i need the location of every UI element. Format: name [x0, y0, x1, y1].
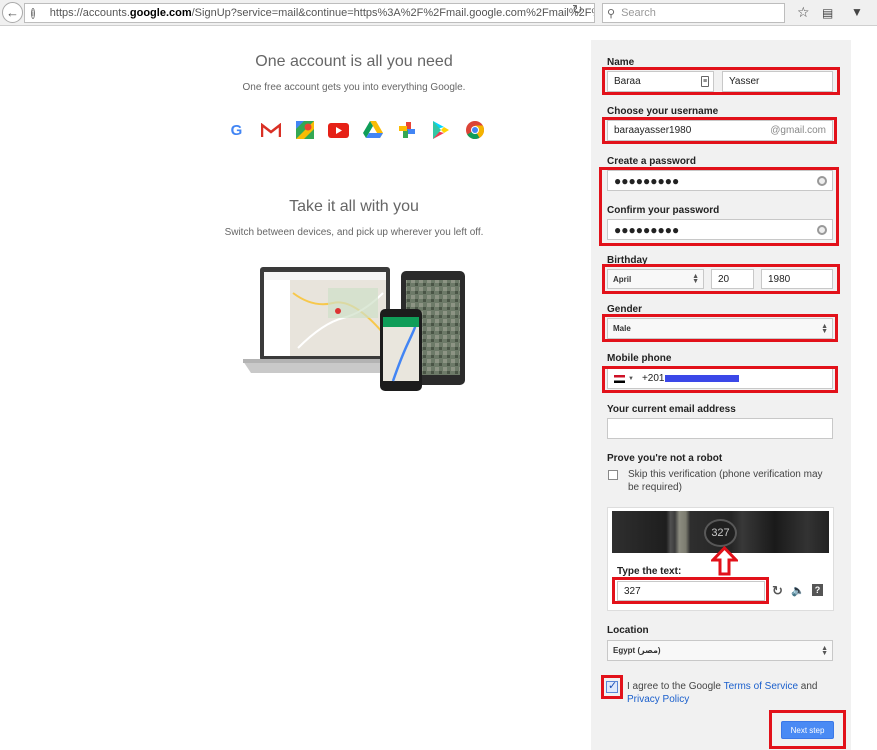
- agree-prefix: I agree to the Google: [627, 681, 724, 692]
- address-bar[interactable]: i https://accounts. google.com/SignUp?ser…: [24, 3, 595, 23]
- google-search-icon: G: [230, 121, 243, 139]
- url-prefix: https://accounts.: [49, 7, 130, 19]
- phone-highlight: [602, 366, 838, 393]
- promo-subtitle-1: One free account gets you into everythin…: [242, 82, 466, 93]
- browser-toolbar: ← i https://accounts. google.com/SignUp?s…: [0, 0, 877, 26]
- reading-list-icon[interactable]: ▤: [822, 6, 833, 20]
- maps-icon: [294, 121, 315, 139]
- gmail-icon: [260, 121, 281, 139]
- devices-illustration: [243, 267, 465, 391]
- drive-icon: [362, 121, 383, 139]
- captcha-highlight: [612, 577, 769, 604]
- agree-highlight: [601, 675, 623, 699]
- agree-and: and: [798, 681, 818, 692]
- search-input[interactable]: ⚲ Search: [602, 3, 785, 23]
- help-icon[interactable]: ?: [812, 584, 823, 596]
- robot-label: Prove you're not a robot: [607, 453, 723, 464]
- reload-icon[interactable]: ↻: [572, 2, 583, 18]
- promo-subtitle-2: Switch between devices, and pick up wher…: [224, 227, 484, 238]
- pocket-icon[interactable]: ▼: [851, 5, 863, 19]
- info-icon[interactable]: i: [31, 7, 35, 19]
- password-label: Create a password: [607, 156, 696, 167]
- refresh-captcha-icon[interactable]: ↻: [772, 583, 783, 599]
- search-icon: ⚲: [607, 7, 616, 20]
- skip-verification-text-line2: be required): [628, 482, 682, 493]
- play-store-icon: [430, 121, 451, 139]
- location-select[interactable]: Egypt (مصر) ▲ ▼: [607, 640, 833, 661]
- current-email-label: Your current email address: [607, 404, 736, 415]
- skip-verification-text-line1: Skip this verification (phone verificati…: [628, 469, 823, 480]
- url-host: google.com: [129, 7, 192, 19]
- captcha-number: 327: [704, 519, 737, 547]
- bookmark-star-icon[interactable]: ☆: [797, 4, 810, 21]
- password-highlight: [599, 167, 839, 246]
- terms-of-service-link[interactable]: Terms of Service: [724, 681, 798, 692]
- privacy-policy-link[interactable]: Privacy Policy: [627, 693, 689, 706]
- location-label: Location: [607, 625, 649, 636]
- back-icon[interactable]: ←: [2, 2, 23, 23]
- type-text-label: Type the text:: [617, 566, 682, 577]
- promo-title-2: Take it all with you: [289, 198, 419, 215]
- mobile-phone-label: Mobile phone: [607, 353, 672, 364]
- username-highlight: [602, 117, 837, 144]
- photos-icon: [396, 121, 417, 139]
- birthday-highlight: [602, 264, 840, 294]
- search-placeholder: Search: [621, 7, 656, 19]
- location-value: Egypt (مصر): [613, 646, 661, 655]
- skip-verification-checkbox[interactable]: [608, 470, 618, 480]
- name-highlight: [602, 67, 840, 95]
- username-label: Choose your username: [607, 106, 719, 117]
- chrome-icon: [464, 121, 485, 139]
- current-email-input[interactable]: [607, 418, 833, 439]
- google-apps-row: G: [226, 121, 485, 139]
- next-step-highlight: [769, 710, 846, 749]
- promo-title-1: One account is all you need: [255, 53, 453, 70]
- url-path: /SignUp?service=mail&continue=https%3A%2…: [191, 7, 595, 19]
- select-arrows-icon: ▲ ▼: [821, 644, 828, 657]
- gender-highlight: [602, 314, 838, 342]
- privacy-policy-text: Privacy Policy: [627, 694, 690, 705]
- arrow-up-icon: [711, 546, 738, 576]
- audio-captcha-icon[interactable]: 🔈: [791, 584, 805, 597]
- youtube-icon: [328, 121, 349, 139]
- agree-text: I agree to the Google Terms of Service a…: [627, 680, 827, 693]
